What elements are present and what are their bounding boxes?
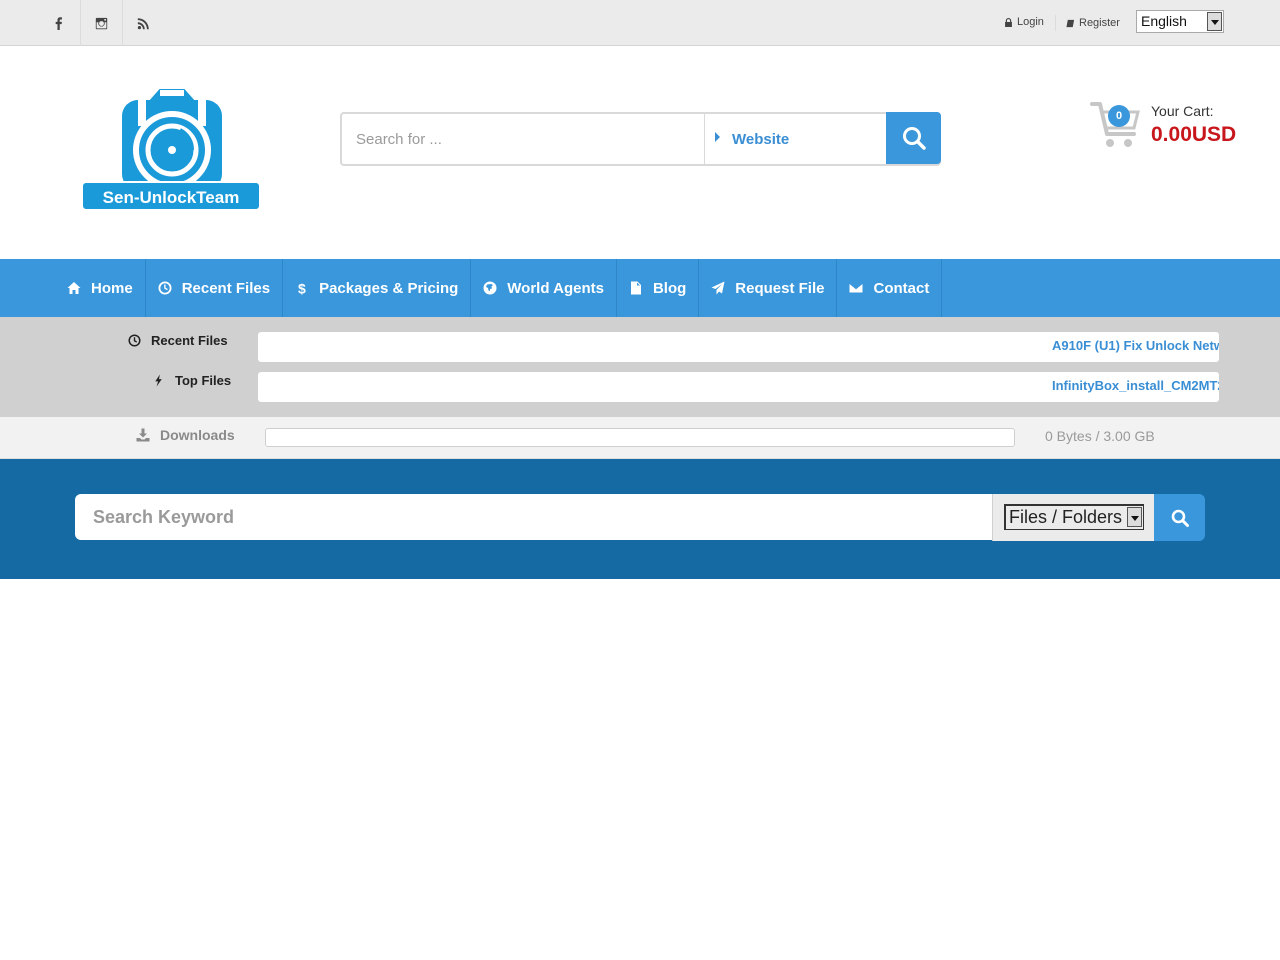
home-icon [67, 282, 81, 294]
site-search-input[interactable] [342, 114, 704, 164]
top-file-link[interactable]: InfinityBox_install_CM2MT2 [1052, 378, 1219, 393]
clock-icon [128, 334, 141, 347]
nav-item-blog[interactable]: Blog [617, 259, 700, 317]
nav-label: Home [91, 279, 133, 297]
nav-item-contact[interactable]: Contact [837, 259, 943, 317]
search-icon [1171, 509, 1189, 527]
facebook-icon [55, 16, 62, 30]
recent-files-marquee: A910F (U1) Fix Unlock Netw [258, 332, 1219, 362]
language-select[interactable]: English [1136, 10, 1224, 33]
nav-label: Request File [735, 279, 825, 297]
search-icon [902, 127, 926, 150]
chevron-down-icon [1127, 507, 1142, 527]
downloads-bar: Downloads 0 Bytes / 3.00 GB [0, 417, 1280, 459]
nav-item-recent-files[interactable]: Recent Files [146, 259, 284, 317]
rss-icon [137, 17, 149, 29]
instagram-icon [95, 17, 108, 29]
book-icon [1066, 19, 1075, 27]
cart-label: Your Cart: [1151, 103, 1214, 119]
cart-widget[interactable]: 0 Your Cart: 0.00USD [1090, 100, 1250, 160]
site-search: Website [340, 112, 941, 166]
clock-icon [158, 281, 172, 295]
nav-label: Packages & Pricing [319, 279, 459, 297]
site-logo[interactable]: Sen-UnlockTeam [81, 86, 262, 212]
recent-files-label: Recent Files [128, 333, 228, 348]
svg-text:$: $ [298, 281, 306, 295]
logo-text: Sen-UnlockTeam [103, 188, 240, 207]
chevron-down-icon [1207, 12, 1222, 31]
nav-item-packages-pricing[interactable]: $ Packages & Pricing [283, 259, 472, 317]
downloads-label: Downloads [136, 427, 235, 443]
rss-link[interactable] [122, 0, 164, 46]
cart-total: 0.00USD [1151, 123, 1237, 146]
nav-item-request-file[interactable]: Request File [699, 259, 838, 317]
downloads-usage: 0 Bytes / 3.00 GB [1045, 428, 1155, 444]
recent-file-link[interactable]: A910F (U1) Fix Unlock Netw [1052, 338, 1219, 353]
keyword-search-band: Files / Folders [0, 459, 1280, 579]
top-files-marquee: InfinityBox_install_CM2MT2 [258, 372, 1219, 402]
nav-label: Contact [873, 279, 930, 297]
nav-item-home[interactable]: Home [55, 259, 146, 317]
site-search-button[interactable] [886, 112, 941, 164]
search-type-value: Files / Folders [1009, 507, 1123, 527]
login-label: Login [1017, 16, 1044, 28]
dollar-icon: $ [298, 281, 306, 295]
nav-item-world-agents[interactable]: World Agents [471, 259, 617, 317]
login-link[interactable]: Login [1004, 15, 1044, 29]
top-files-label: Top Files [152, 373, 231, 388]
padlock-logo-icon: Sen-UnlockTeam [81, 89, 261, 211]
file-ticker: Recent Files A910F (U1) Fix Unlock Netw … [0, 317, 1280, 417]
envelope-icon [849, 283, 863, 293]
register-label: Register [1079, 17, 1120, 29]
facebook-link[interactable] [38, 0, 80, 46]
keyword-search-button[interactable] [1154, 494, 1205, 541]
cart-count-badge: 0 [1108, 105, 1130, 127]
document-icon [630, 281, 641, 295]
caret-right-icon [715, 132, 720, 142]
keyword-search-input[interactable] [75, 494, 993, 540]
downloads-progress [265, 428, 1015, 447]
top-bar: Login Register English [0, 0, 1280, 46]
language-value: English [1141, 13, 1187, 29]
nav-label: Blog [652, 279, 687, 297]
globe-icon [483, 281, 497, 295]
search-type-select[interactable]: Files / Folders [1004, 504, 1144, 530]
register-link[interactable]: Register [1055, 15, 1120, 31]
lock-icon [1005, 17, 1012, 27]
search-scope-select[interactable]: Website [704, 114, 888, 164]
instagram-link[interactable] [80, 0, 122, 46]
search-scope-label: Website [732, 130, 790, 148]
nav-label: Recent Files [181, 279, 271, 297]
bolt-icon [155, 374, 162, 387]
search-type-wrap: Files / Folders [992, 494, 1154, 541]
main-nav: Home Recent Files $ Packages & Pricing W… [0, 259, 1280, 317]
download-icon [136, 428, 150, 442]
paper-plane-icon [711, 281, 725, 295]
nav-label: World Agents [507, 279, 604, 297]
